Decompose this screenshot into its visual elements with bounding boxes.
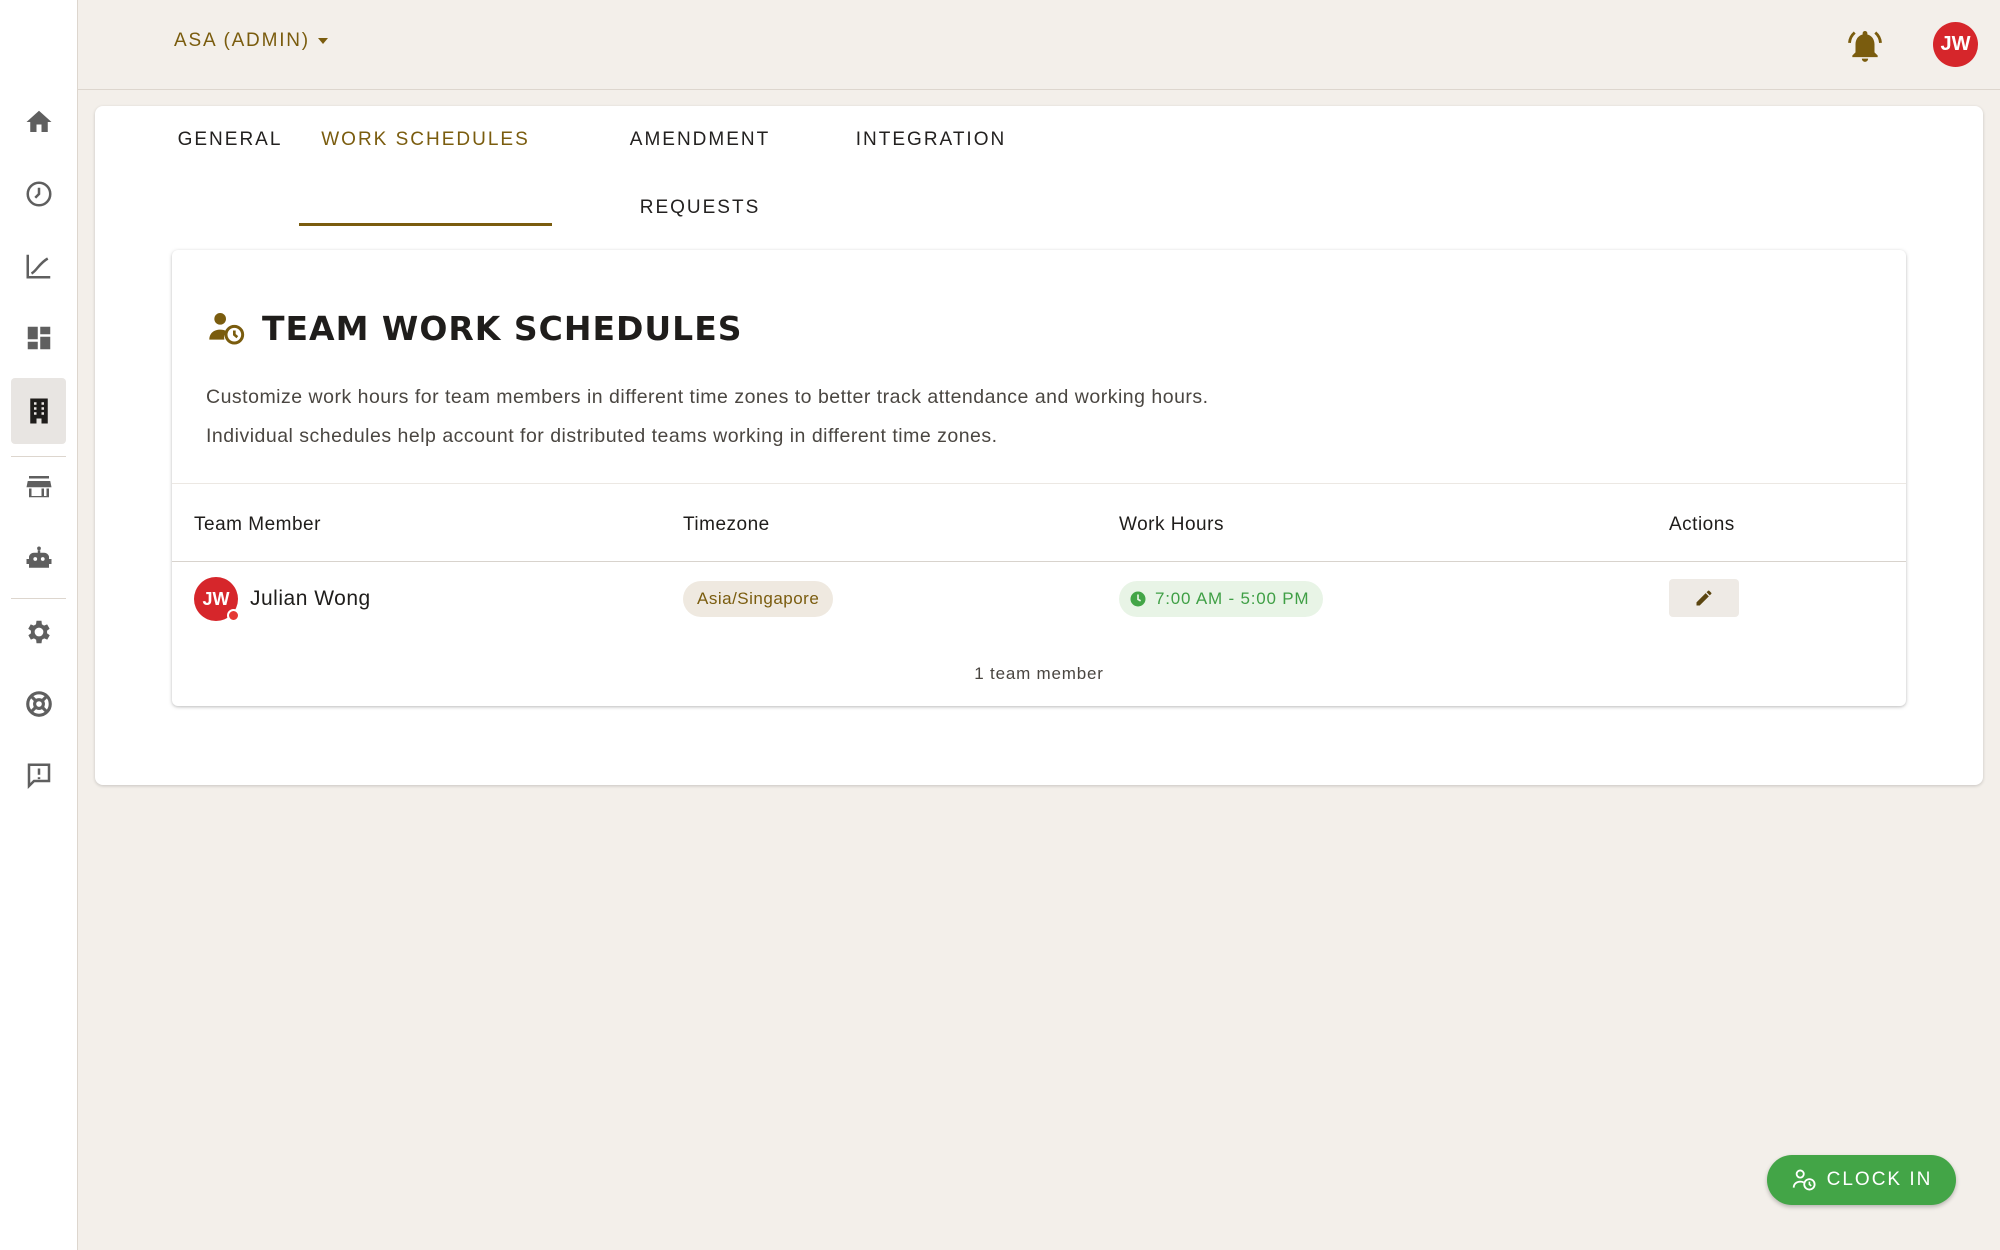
timezone-chip: Asia/Singapore: [683, 581, 834, 617]
tab-work-schedules[interactable]: WORK SCHEDULES: [299, 106, 552, 174]
nav-dashboard[interactable]: [11, 305, 66, 371]
card-header: TEAM WORK SCHEDULES: [206, 308, 743, 348]
nav-feedback[interactable]: [11, 743, 66, 809]
clock-icon: [1130, 591, 1146, 607]
tab-integration[interactable]: INTEGRATION: [851, 106, 1011, 174]
chart-line-icon: [26, 254, 50, 279]
column-header-timezone: Timezone: [683, 514, 770, 535]
clock-icon: [26, 181, 51, 207]
nav-home[interactable]: [11, 89, 66, 155]
sidebar: [0, 0, 78, 1250]
nav-bot[interactable]: [11, 526, 66, 592]
work-schedules-card: TEAM WORK SCHEDULES Customize work hours…: [172, 250, 1906, 706]
user-clock-icon: [209, 313, 245, 345]
building-icon: [29, 398, 48, 424]
work-hours-chip: 7:00 AM - 5:00 PM: [1119, 581, 1324, 617]
user-clock-icon: [1792, 1169, 1816, 1191]
home-icon: [26, 110, 51, 132]
gear-icon: [27, 620, 50, 644]
bell-icon[interactable]: [1846, 27, 1884, 65]
top-bar: ASA (ADMIN): [78, 0, 2000, 90]
active-tab-indicator: [299, 223, 552, 226]
robot-icon: [26, 546, 51, 568]
dashboard-icon: [27, 326, 50, 350]
nav-time[interactable]: [11, 161, 66, 227]
card-description-line-2: Individual schedules help account for di…: [206, 425, 998, 447]
card-title: TEAM WORK SCHEDULES: [262, 308, 743, 348]
store-icon: [26, 476, 51, 498]
column-header-work-hours: Work Hours: [1119, 514, 1224, 535]
user-avatar[interactable]: JW: [1933, 22, 1978, 67]
table-header-divider: [172, 561, 1906, 562]
column-header-actions: Actions: [1669, 514, 1735, 535]
nav-company[interactable]: [11, 378, 66, 444]
status-dot: [227, 609, 240, 622]
nav-store[interactable]: [11, 453, 66, 519]
tab-general[interactable]: GENERAL: [175, 106, 285, 174]
nav-help[interactable]: [11, 671, 66, 737]
card-description-line-1: Customize work hours for team members in…: [206, 386, 1209, 408]
tab-amendment-requests[interactable]: AMENDMENT REQUESTS: [569, 106, 831, 218]
edit-schedule-button[interactable]: [1669, 579, 1739, 617]
org-switcher[interactable]: ASA (ADMIN): [174, 30, 328, 52]
pencil-icon: [1696, 590, 1712, 606]
nav-analytics[interactable]: [11, 233, 66, 299]
feedback-icon: [27, 763, 50, 790]
column-header-team-member: Team Member: [194, 514, 321, 535]
divider: [172, 483, 1906, 484]
settings-panel: GENERAL WORK SCHEDULES AMENDMENT REQUEST…: [95, 106, 1983, 785]
clock-in-button[interactable]: CLOCK IN: [1767, 1155, 1956, 1205]
work-hours-text: 7:00 AM - 5:00 PM: [1155, 589, 1310, 608]
lifebuoy-icon: [25, 691, 52, 717]
caret-down-icon: [317, 38, 328, 44]
member-count: 1 team member: [974, 664, 1104, 683]
nav-settings[interactable]: [11, 599, 66, 665]
member-name: Julian Wong: [250, 587, 371, 610]
org-label: ASA (ADMIN): [174, 30, 310, 51]
clock-in-label: CLOCK IN: [1826, 1169, 1933, 1190]
